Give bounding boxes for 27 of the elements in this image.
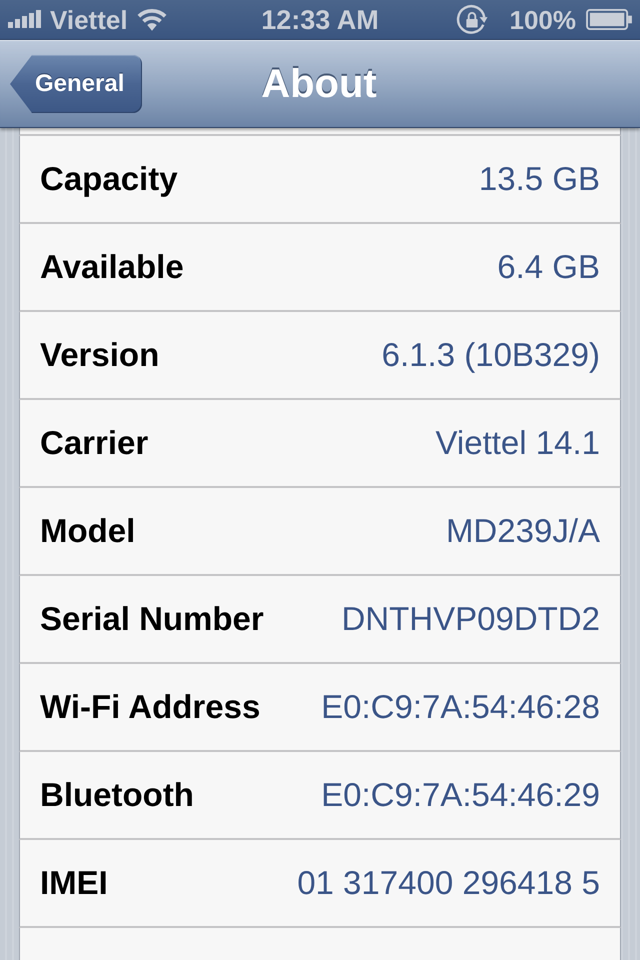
signal-bars-icon [8, 10, 41, 28]
row-value: 01 317400 296418 5 [297, 864, 600, 902]
row-value: 6.1.3 (10B329) [382, 336, 600, 374]
row-value: MD239J/A [446, 512, 600, 550]
battery-icon [586, 9, 632, 30]
row-value: DNTHVP09DTD2 [341, 600, 600, 638]
rotation-lock-icon [456, 4, 488, 36]
battery-percentage: 100% [510, 4, 576, 34]
row-label: Capacity [40, 160, 178, 198]
row-label: Carrier [40, 424, 148, 462]
wifi-icon [136, 8, 167, 30]
row-label: IMEI [40, 864, 108, 902]
row-value: 6.4 GB [497, 248, 600, 286]
row-label: Serial Number [40, 600, 264, 638]
row-label: Available [40, 248, 184, 286]
row-value: 13.5 GB [478, 160, 600, 198]
clock-time: 12:33 AM [261, 4, 379, 34]
row-value: Viettel 14.1 [435, 424, 600, 462]
row-label: Version [40, 336, 160, 374]
row-value: E0:C9:7A:54:46:28 [321, 688, 600, 726]
row-label: Wi-Fi Address [40, 688, 260, 726]
back-button[interactable]: General [10, 55, 142, 113]
page-title: About [261, 62, 377, 106]
row-label: Model [40, 512, 136, 550]
row-value: E0:C9:7A:54:46:29 [321, 776, 600, 814]
carrier-name: Viettel [50, 4, 128, 34]
row-label: Bluetooth [40, 776, 194, 814]
